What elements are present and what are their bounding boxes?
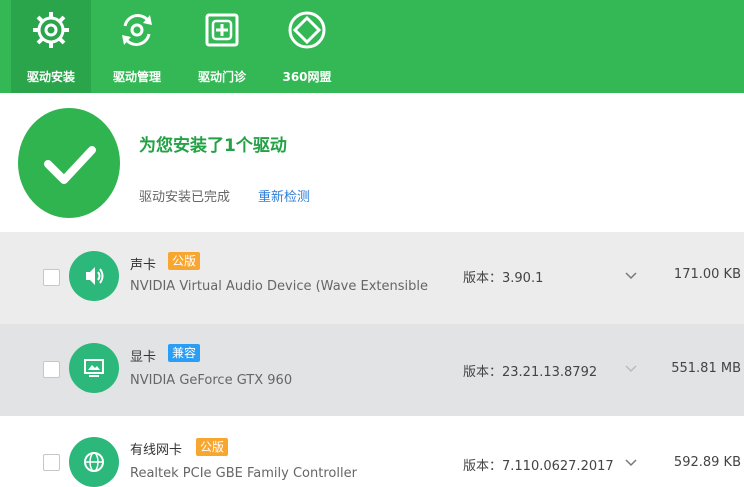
tab-driver-clinic[interactable]: 驱动门诊 xyxy=(182,0,262,93)
success-check-icon xyxy=(18,108,120,218)
driver-version: 版本：7.110.0627.2017 xyxy=(463,459,614,474)
driver-category: 有线网卡 xyxy=(130,443,183,458)
driver-type-badge: 兼容 xyxy=(168,344,201,362)
tab-label: 360网盟 xyxy=(282,70,332,84)
driver-description: NVIDIA GeForce GTX 960 xyxy=(130,373,293,388)
speaker-icon xyxy=(69,251,119,301)
driver-row: 声卡 公版 NVIDIA Virtual Audio Device (Wave … xyxy=(0,232,744,324)
top-toolbar: 驱动安装 驱动管理 驱动门诊 360网盟 xyxy=(0,0,744,93)
recheck-link[interactable]: 重新检测 xyxy=(258,186,310,205)
driver-category: 声卡 xyxy=(130,258,157,273)
driver-description: NVIDIA Virtual Audio Device (Wave Extens… xyxy=(130,279,428,294)
monitor-icon xyxy=(69,343,119,393)
tab-driver-manage[interactable]: 驱动管理 xyxy=(97,0,177,93)
driver-checkbox[interactable] xyxy=(43,454,60,471)
driver-size: 551.81 MB xyxy=(671,361,741,376)
driver-description: Realtek PCIe GBE Family Controller xyxy=(130,466,357,481)
driver-size: 592.89 KB xyxy=(673,455,741,470)
install-result-title: 为您安装了1个驱动 xyxy=(139,136,287,156)
chevron-down-icon[interactable] xyxy=(624,364,638,374)
driver-checkbox[interactable] xyxy=(43,269,60,286)
gear-icon xyxy=(33,12,69,48)
globe-icon xyxy=(69,437,119,487)
driver-type-badge: 公版 xyxy=(168,252,201,270)
driver-type-badge: 公版 xyxy=(196,438,229,456)
chevron-down-icon[interactable] xyxy=(624,458,638,468)
driver-size: 171.00 KB xyxy=(673,267,741,282)
tab-label: 驱动安装 xyxy=(26,70,75,84)
driver-version: 版本：3.90.1 xyxy=(463,271,544,286)
refresh-icon xyxy=(122,14,152,46)
tab-driver-install[interactable]: 驱动安装 xyxy=(11,0,91,93)
driver-version: 版本：23.21.13.8792 xyxy=(463,365,598,380)
driver-row: 有线网卡 公版 Realtek PCIe GBE Family Controll… xyxy=(0,416,744,487)
chevron-down-icon[interactable] xyxy=(624,271,638,281)
network-diamond-icon xyxy=(288,11,326,49)
driver-checkbox[interactable] xyxy=(43,361,60,378)
driver-category: 显卡 xyxy=(130,350,157,365)
medical-kit-icon xyxy=(205,13,239,47)
tab-label: 驱动门诊 xyxy=(197,70,246,84)
driver-row: 显卡 兼容 NVIDIA GeForce GTX 960 版本：23.21.13… xyxy=(0,324,744,416)
tab-label: 驱动管理 xyxy=(112,70,161,84)
tab-360-network[interactable]: 360网盟 xyxy=(267,0,347,93)
install-status-text: 驱动安装已完成 xyxy=(139,190,231,205)
